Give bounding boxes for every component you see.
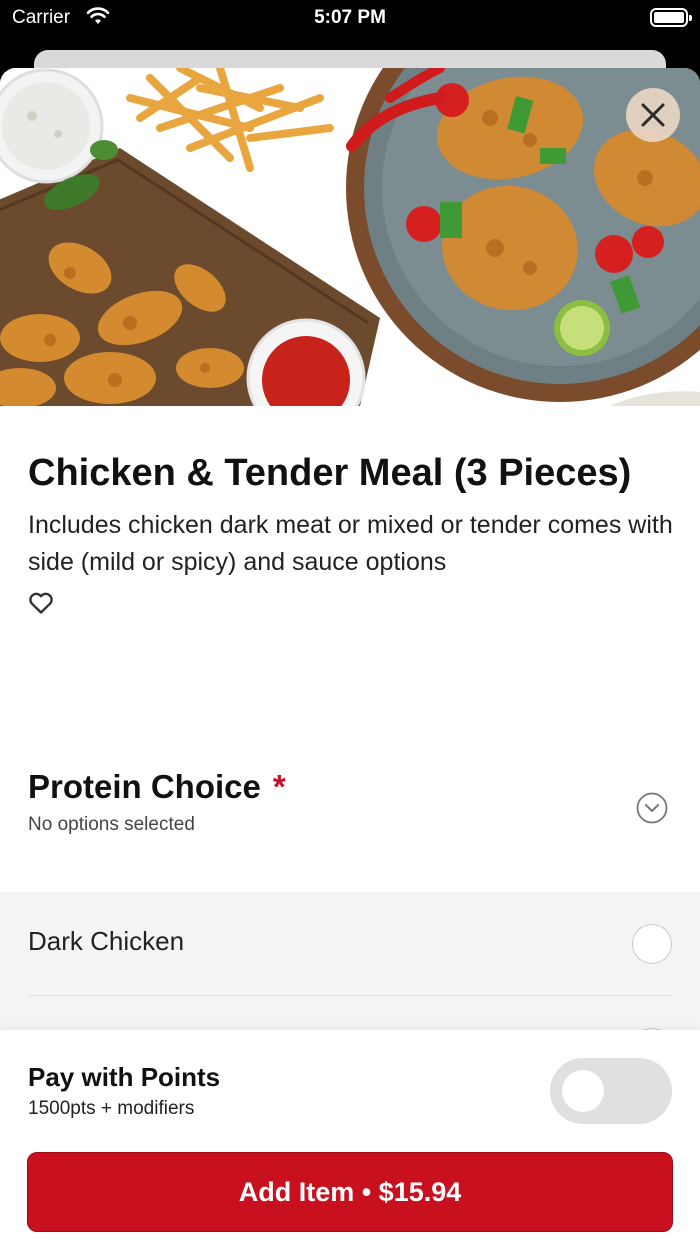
item-detail-sheet: Chicken & Tender Meal (3 Pieces) Include… [0, 68, 700, 1244]
required-marker: * [272, 768, 286, 805]
toggle-knob [562, 1070, 604, 1112]
option-radio[interactable] [632, 924, 672, 964]
modifier-group-name: Protein Choice [28, 768, 261, 805]
pay-with-points-label: Pay with Points [28, 1062, 221, 1092]
close-button[interactable] [626, 88, 680, 142]
item-title: Chicken & Tender Meal (3 Pieces) [28, 452, 632, 494]
modifier-group-title: Protein Choice * [28, 768, 678, 806]
pay-with-points-toggle[interactable] [550, 1058, 672, 1124]
close-icon [641, 103, 665, 127]
checkout-footer: Pay with Points 1500pts + modifiers Add … [0, 1030, 700, 1244]
modifier-group-status: No options selected [28, 814, 195, 835]
option-dark-chicken[interactable]: Dark Chicken [28, 892, 672, 996]
chevron-down-icon[interactable] [636, 792, 668, 824]
battery-icon [650, 8, 692, 27]
item-info: Chicken & Tender Meal (3 Pieces) Include… [28, 446, 678, 620]
modifier-group-header[interactable]: Protein Choice * No options selected [28, 768, 678, 858]
heart-icon[interactable] [28, 591, 54, 615]
fried-chicken-illustration [0, 68, 700, 406]
clock: 5:07 PM [314, 7, 386, 28]
points-cost: 1500pts + modifiers [28, 1098, 195, 1119]
status-bar: Carrier 5:07 PM [0, 0, 700, 36]
item-photo [0, 68, 700, 406]
add-item-button[interactable]: Add Item • $15.94 [27, 1152, 673, 1232]
item-description: Includes chicken dark meat or mixed or t… [28, 511, 673, 576]
option-label: Dark Chicken [28, 926, 185, 956]
